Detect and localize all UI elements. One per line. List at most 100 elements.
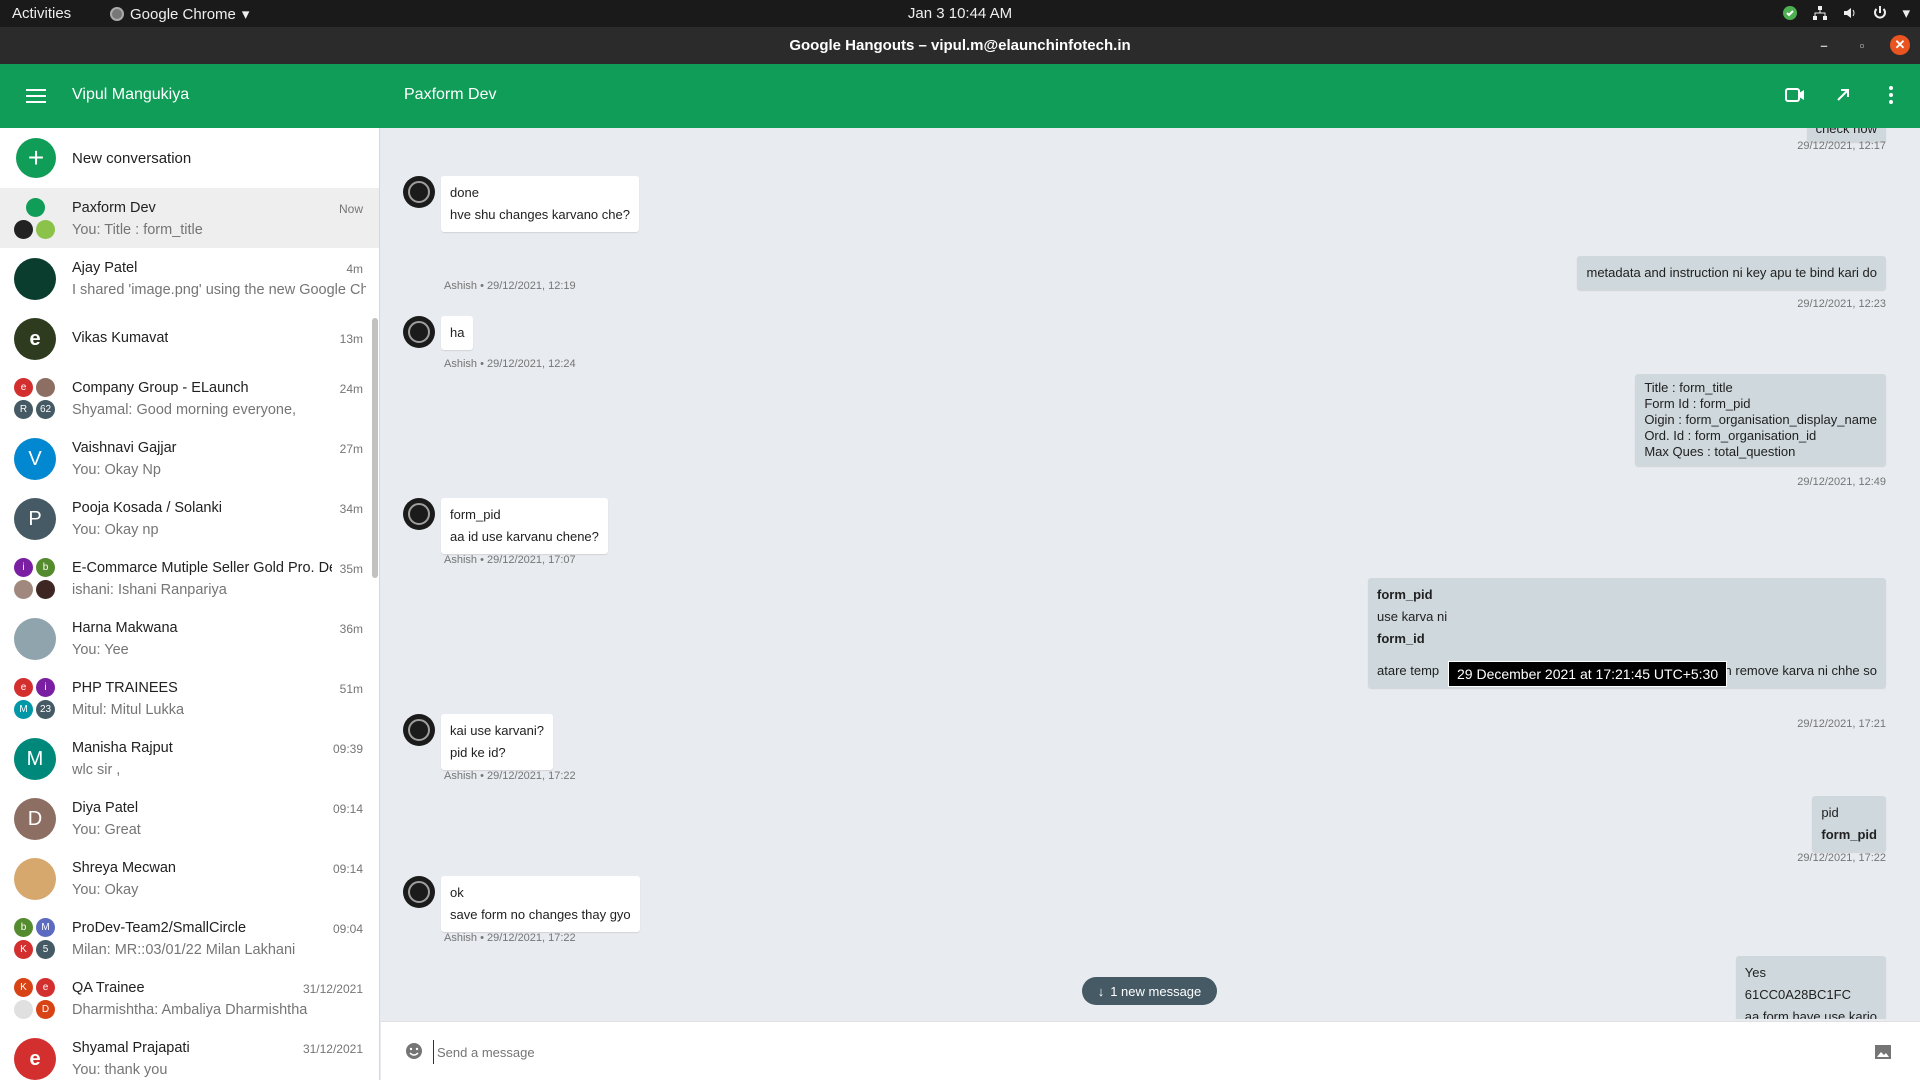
message-bubble: ha	[441, 316, 474, 350]
conversation-snippet: I shared 'image.png' using the new Googl…	[72, 282, 366, 298]
conversation-time: 31/12/2021	[302, 982, 363, 996]
conversation-time: 09:14	[332, 862, 363, 876]
app-name: Google Chrome	[130, 5, 236, 23]
arrow-down-icon: ↓	[1097, 983, 1105, 999]
conversation-item[interactable]: Harna Makwana You: Yee 36m	[0, 608, 379, 668]
message-line: Max Ques : total_question	[1644, 444, 1796, 459]
message-bubble: done hve shu changes karvano che?	[441, 176, 639, 232]
conversation-name: Harna Makwana	[72, 620, 178, 636]
conversation-item[interactable]: M Manisha Rajput wlc sir , 09:39	[0, 728, 379, 788]
close-button[interactable]: ✕	[1890, 35, 1910, 55]
message-bubble: metadata and instruction ni key apu te b…	[1577, 256, 1886, 290]
group-avatar: e R 62	[14, 378, 56, 420]
message-line: form_id	[1377, 628, 1877, 650]
hamburger-menu-icon[interactable]	[26, 86, 46, 106]
conversation-name: Shreya Mecwan	[72, 860, 176, 876]
new-conversation-button[interactable]: + New conversation	[0, 128, 379, 188]
message-bubble: form_pid aa id use karvanu chene?	[441, 498, 608, 554]
conversation-name: ProDev-Team2/SmallCircle	[72, 920, 247, 936]
message-meta: Ashish • 29/12/2021, 17:22	[444, 770, 576, 782]
message-meta: 29/12/2021, 17:22	[1797, 852, 1886, 864]
header-actions	[1784, 84, 1902, 106]
more-options-icon[interactable]	[1880, 84, 1902, 106]
pop-out-icon[interactable]	[1832, 84, 1854, 106]
video-call-icon[interactable]	[1784, 84, 1806, 106]
new-conversation-label: New conversation	[72, 149, 192, 167]
message-meta: 29/12/2021, 17:21	[1797, 718, 1886, 730]
message-line: aa id use karvanu chene?	[450, 529, 599, 544]
network-icon	[1813, 6, 1828, 20]
minimize-button[interactable]: –	[1814, 35, 1834, 55]
group-avatar: b M K 5	[14, 918, 56, 960]
message-line: pid ke id?	[450, 745, 506, 760]
group-avatar: K e D	[14, 978, 56, 1020]
emoji-icon[interactable]	[405, 1042, 423, 1060]
caret-down-icon: ▾	[241, 6, 250, 23]
message-line: save form no changes thay gyo	[450, 907, 631, 922]
conversation-time: Now	[338, 202, 363, 216]
conversation-name: QA Trainee	[72, 980, 145, 996]
conversation-item[interactable]: Ajay Patel I shared 'image.png' using th…	[0, 248, 379, 308]
image-attach-icon[interactable]	[1874, 1044, 1892, 1060]
conversation-name: E-Commarce Mutiple Seller Gold Pro. Dev	[72, 560, 332, 576]
conversation-item[interactable]: V Vaishnavi Gajjar You: Okay Np 27m	[0, 428, 379, 488]
new-message-label: 1 new message	[1110, 983, 1202, 999]
conversation-snippet: wlc sir ,	[72, 762, 121, 778]
message-line: Form Id : form_pid	[1644, 396, 1751, 411]
caret-down-icon: ▾	[1902, 5, 1910, 22]
avatar: e	[14, 318, 56, 360]
conversation-snippet: You: Okay Np	[72, 462, 161, 478]
conversation-time: 13m	[339, 332, 363, 346]
message-bubble: kai use karvani? pid ke id?	[441, 714, 553, 770]
conversation-item[interactable]: b M K 5 ProDev-Team2/SmallCircle Milan: …	[0, 908, 379, 968]
conversation-item[interactable]: P Pooja Kosada / Solanki You: Okay np 34…	[0, 488, 379, 548]
conversation-name: Paxform Dev	[72, 200, 156, 216]
conversation-item[interactable]: D Diya Patel You: Great 09:14	[0, 788, 379, 848]
chrome-icon	[110, 7, 124, 21]
conversation-time: 31/12/2021	[302, 1042, 363, 1056]
avatar: M	[14, 738, 56, 780]
conversation-snippet: You: Yee	[72, 642, 129, 658]
activities-button[interactable]: Activities	[12, 5, 71, 22]
volume-icon	[1844, 8, 1855, 18]
conversation-item[interactable]: K e D QA Trainee Dharmishtha: Ambaliya D…	[0, 968, 379, 1028]
new-message-button[interactable]: ↓ 1 new message	[1082, 977, 1217, 1005]
maximize-button[interactable]: ▫	[1852, 35, 1872, 55]
conversation-snippet: Milan: MR::03/01/22 Milan Lakhani	[72, 942, 296, 958]
conversation-item[interactable]: e Vikas Kumavat 13m	[0, 308, 379, 368]
message-input[interactable]	[433, 1040, 1833, 1064]
conversation-item[interactable]: e R 62 Company Group - ELaunch Shyamal: …	[0, 368, 379, 428]
message-line: form_pid	[450, 507, 501, 522]
conversation-item[interactable]: Paxform Dev You: Title : form_title Now	[0, 188, 379, 248]
message-bubble: pid form_pid	[1812, 796, 1886, 852]
conversation-item[interactable]: i b E-Commarce Mutiple Seller Gold Pro. …	[0, 548, 379, 608]
conversation-name: Company Group - ELaunch	[72, 380, 249, 396]
avatar	[14, 618, 56, 660]
message-meta: Ashish • 29/12/2021, 17:07	[444, 554, 576, 566]
conversation-snippet: You: Great	[72, 822, 141, 838]
clock-wrap: Jan 3 10:44 AM	[0, 5, 1920, 22]
conversation-item[interactable]: Shreya Mecwan You: Okay 09:14	[0, 848, 379, 908]
conversation-item[interactable]: e i M 23 PHP TRAINEES Mitul: Mitul Lukka…	[0, 668, 379, 728]
message-line: form_pid	[1377, 584, 1877, 606]
message-line: aa form have use kario	[1744, 1009, 1877, 1019]
conversation-snippet: ishani: Ishani Ranpariya	[72, 582, 227, 598]
message-meta: Ashish • 29/12/2021, 17:22	[444, 932, 576, 944]
conversation-item[interactable]: e Shyamal Prajapati You: thank you 31/12…	[0, 1028, 379, 1080]
message-line: hve shu changes karvano che?	[450, 207, 630, 222]
clock[interactable]: Jan 3 10:44 AM	[908, 5, 1012, 22]
message-line: 61CC0A28BC1FC	[1744, 987, 1851, 1002]
conversation-snippet: Shyamal: Good morning everyone,	[72, 402, 297, 418]
conversation-sidebar: + New conversation Paxform Dev You: Titl…	[0, 128, 380, 1080]
conversation-name: Vaishnavi Gajjar	[72, 440, 177, 456]
sender-avatar	[403, 876, 435, 908]
message-line: Oigin : form_organisation_display_name	[1644, 412, 1877, 427]
app-menu[interactable]: Google Chrome ▾	[110, 5, 249, 23]
conversation-name: Diya Patel	[72, 800, 139, 816]
sidebar-scrollbar[interactable]	[372, 318, 378, 578]
message-composer	[381, 1021, 1920, 1080]
window-title: Google Hangouts – vipul.m@elaunchinfotec…	[789, 37, 1131, 54]
power-icon	[1874, 6, 1887, 19]
message-line: ok	[450, 885, 464, 900]
system-tray[interactable]: ▾	[1782, 4, 1910, 22]
